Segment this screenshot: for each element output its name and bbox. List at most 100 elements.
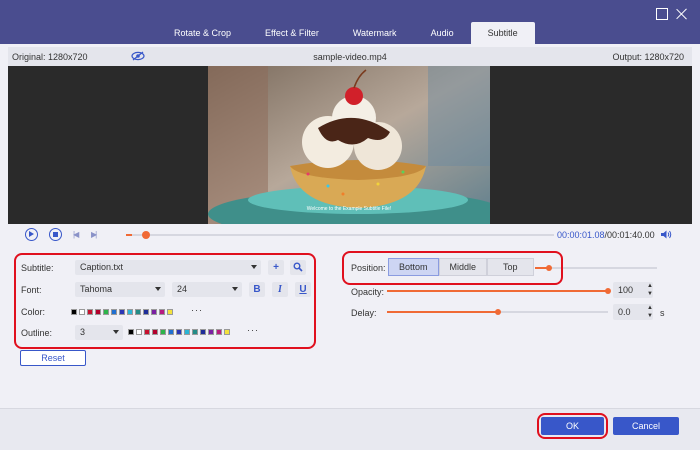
color-swatch[interactable] (127, 309, 133, 315)
color-swatch[interactable] (176, 329, 182, 335)
opacity-label: Opacity: (351, 287, 385, 297)
chevron-down-icon (155, 287, 161, 291)
opacity-decrement-icon[interactable]: ▼ (646, 291, 654, 298)
reset-button[interactable]: Reset (20, 350, 86, 366)
position-bottom-button[interactable]: Bottom (388, 258, 439, 276)
tab-watermark[interactable]: Watermark (336, 22, 414, 44)
underline-button[interactable]: U (295, 282, 311, 297)
outline-width-value: 3 (80, 327, 86, 337)
color-swatch[interactable] (136, 329, 142, 335)
tab-audio[interactable]: Audio (414, 22, 471, 44)
opacity-increment-icon[interactable]: ▲ (646, 283, 654, 290)
next-frame-icon[interactable]: ▶| (91, 230, 97, 239)
color-swatch[interactable] (128, 329, 134, 335)
opacity-slider-fill (387, 290, 608, 292)
delay-increment-icon[interactable]: ▲ (646, 305, 654, 312)
tab-effect-filter[interactable]: Effect & Filter (248, 22, 336, 44)
font-size-value: 24 (177, 284, 188, 294)
outline-width-select[interactable]: 3 (75, 325, 123, 340)
opacity-slider-handle[interactable] (605, 288, 611, 294)
close-icon[interactable] (676, 8, 688, 20)
position-slider-track[interactable] (535, 267, 657, 269)
total-time: /00:01:40.00 (604, 230, 655, 240)
color-swatch[interactable] (224, 329, 230, 335)
subtitle-file-select[interactable]: Caption.txt (75, 260, 261, 275)
color-swatch[interactable] (119, 309, 125, 315)
delay-label: Delay: (351, 308, 377, 318)
play-button[interactable] (25, 228, 38, 241)
color-swatch[interactable] (208, 329, 214, 335)
chevron-down-icon (232, 287, 238, 291)
time-display: 00:00:01.08/00:01:40.00 (557, 230, 655, 240)
color-swatch[interactable] (87, 309, 93, 315)
color-swatch[interactable] (135, 309, 141, 315)
previous-frame-icon[interactable]: |◀ (73, 230, 79, 239)
timeline-track[interactable] (126, 231, 554, 239)
position-label: Position: (351, 263, 386, 273)
search-icon (293, 262, 303, 272)
color-swatch[interactable] (159, 309, 165, 315)
volume-icon[interactable] (660, 229, 672, 242)
stop-button[interactable] (49, 228, 62, 241)
outline-color-palette (128, 329, 230, 335)
timeline-handle[interactable] (142, 231, 151, 239)
color-swatch[interactable] (95, 309, 101, 315)
font-label: Font: (21, 285, 42, 295)
italic-button[interactable]: I (272, 282, 288, 297)
timeline-progress (126, 234, 133, 236)
delay-decrement-icon[interactable]: ▼ (646, 313, 654, 320)
delay-slider-fill (387, 311, 498, 313)
delay-unit: s (660, 308, 665, 318)
cancel-button[interactable]: Cancel (613, 417, 679, 435)
subtitle-overlay-text: Welcome to the Example Subtitle File! (306, 206, 392, 212)
position-toggle-group: Bottom Middle Top (388, 258, 534, 276)
ice-cream-image (208, 66, 490, 224)
font-size-select[interactable]: 24 (172, 282, 242, 297)
color-swatch[interactable] (160, 329, 166, 335)
add-subtitle-button[interactable]: + (268, 260, 284, 275)
position-top-button[interactable]: Top (487, 258, 534, 276)
outline-label: Outline: (21, 328, 53, 338)
chevron-down-icon (113, 330, 119, 334)
subtitle-label: Subtitle: (21, 263, 54, 273)
title-bar: Rotate & Crop Effect & Filter Watermark … (0, 0, 700, 44)
color-swatch[interactable] (200, 329, 206, 335)
color-swatch[interactable] (151, 309, 157, 315)
search-subtitle-button[interactable] (290, 260, 306, 275)
color-swatch[interactable] (168, 329, 174, 335)
color-swatch[interactable] (111, 309, 117, 315)
color-swatch[interactable] (71, 309, 77, 315)
color-palette (71, 309, 173, 315)
playback-controls: |◀ ▶| 00:00:01.08/00:01:40.00 (8, 224, 692, 246)
more-colors-button[interactable]: ··· (191, 305, 203, 315)
bold-button[interactable]: B (249, 282, 265, 297)
color-swatch[interactable] (216, 329, 222, 335)
color-swatch[interactable] (103, 309, 109, 315)
color-swatch[interactable] (184, 329, 190, 335)
output-resolution: Output: 1280x720 (612, 51, 684, 62)
font-family-select[interactable]: Tahoma (75, 282, 165, 297)
more-outline-colors-button[interactable]: ··· (247, 325, 259, 335)
ok-button[interactable]: OK (541, 417, 604, 435)
color-swatch[interactable] (167, 309, 173, 315)
chevron-down-icon (251, 265, 257, 269)
current-time: 00:00:01.08 (557, 230, 605, 240)
subtitle-file-value: Caption.txt (80, 262, 124, 272)
position-middle-button[interactable]: Middle (438, 258, 488, 276)
tab-subtitle[interactable]: Subtitle (470, 22, 535, 44)
maximize-icon[interactable] (656, 8, 668, 20)
font-family-value: Tahoma (80, 284, 113, 294)
tab-rotate-crop[interactable]: Rotate & Crop (157, 22, 248, 44)
stop-icon (52, 231, 58, 237)
color-swatch[interactable] (79, 309, 85, 315)
video-preview: Welcome to the Example Subtitle File! (8, 66, 692, 224)
delay-slider-handle[interactable] (494, 309, 501, 315)
position-slider-handle[interactable] (546, 265, 552, 271)
color-swatch[interactable] (144, 329, 150, 335)
color-swatch[interactable] (143, 309, 149, 315)
color-swatch[interactable] (192, 329, 198, 335)
play-icon (29, 231, 34, 237)
video-frame: Welcome to the Example Subtitle File! (208, 66, 490, 224)
file-name: sample-video.mp4 (313, 51, 387, 62)
color-swatch[interactable] (152, 329, 158, 335)
